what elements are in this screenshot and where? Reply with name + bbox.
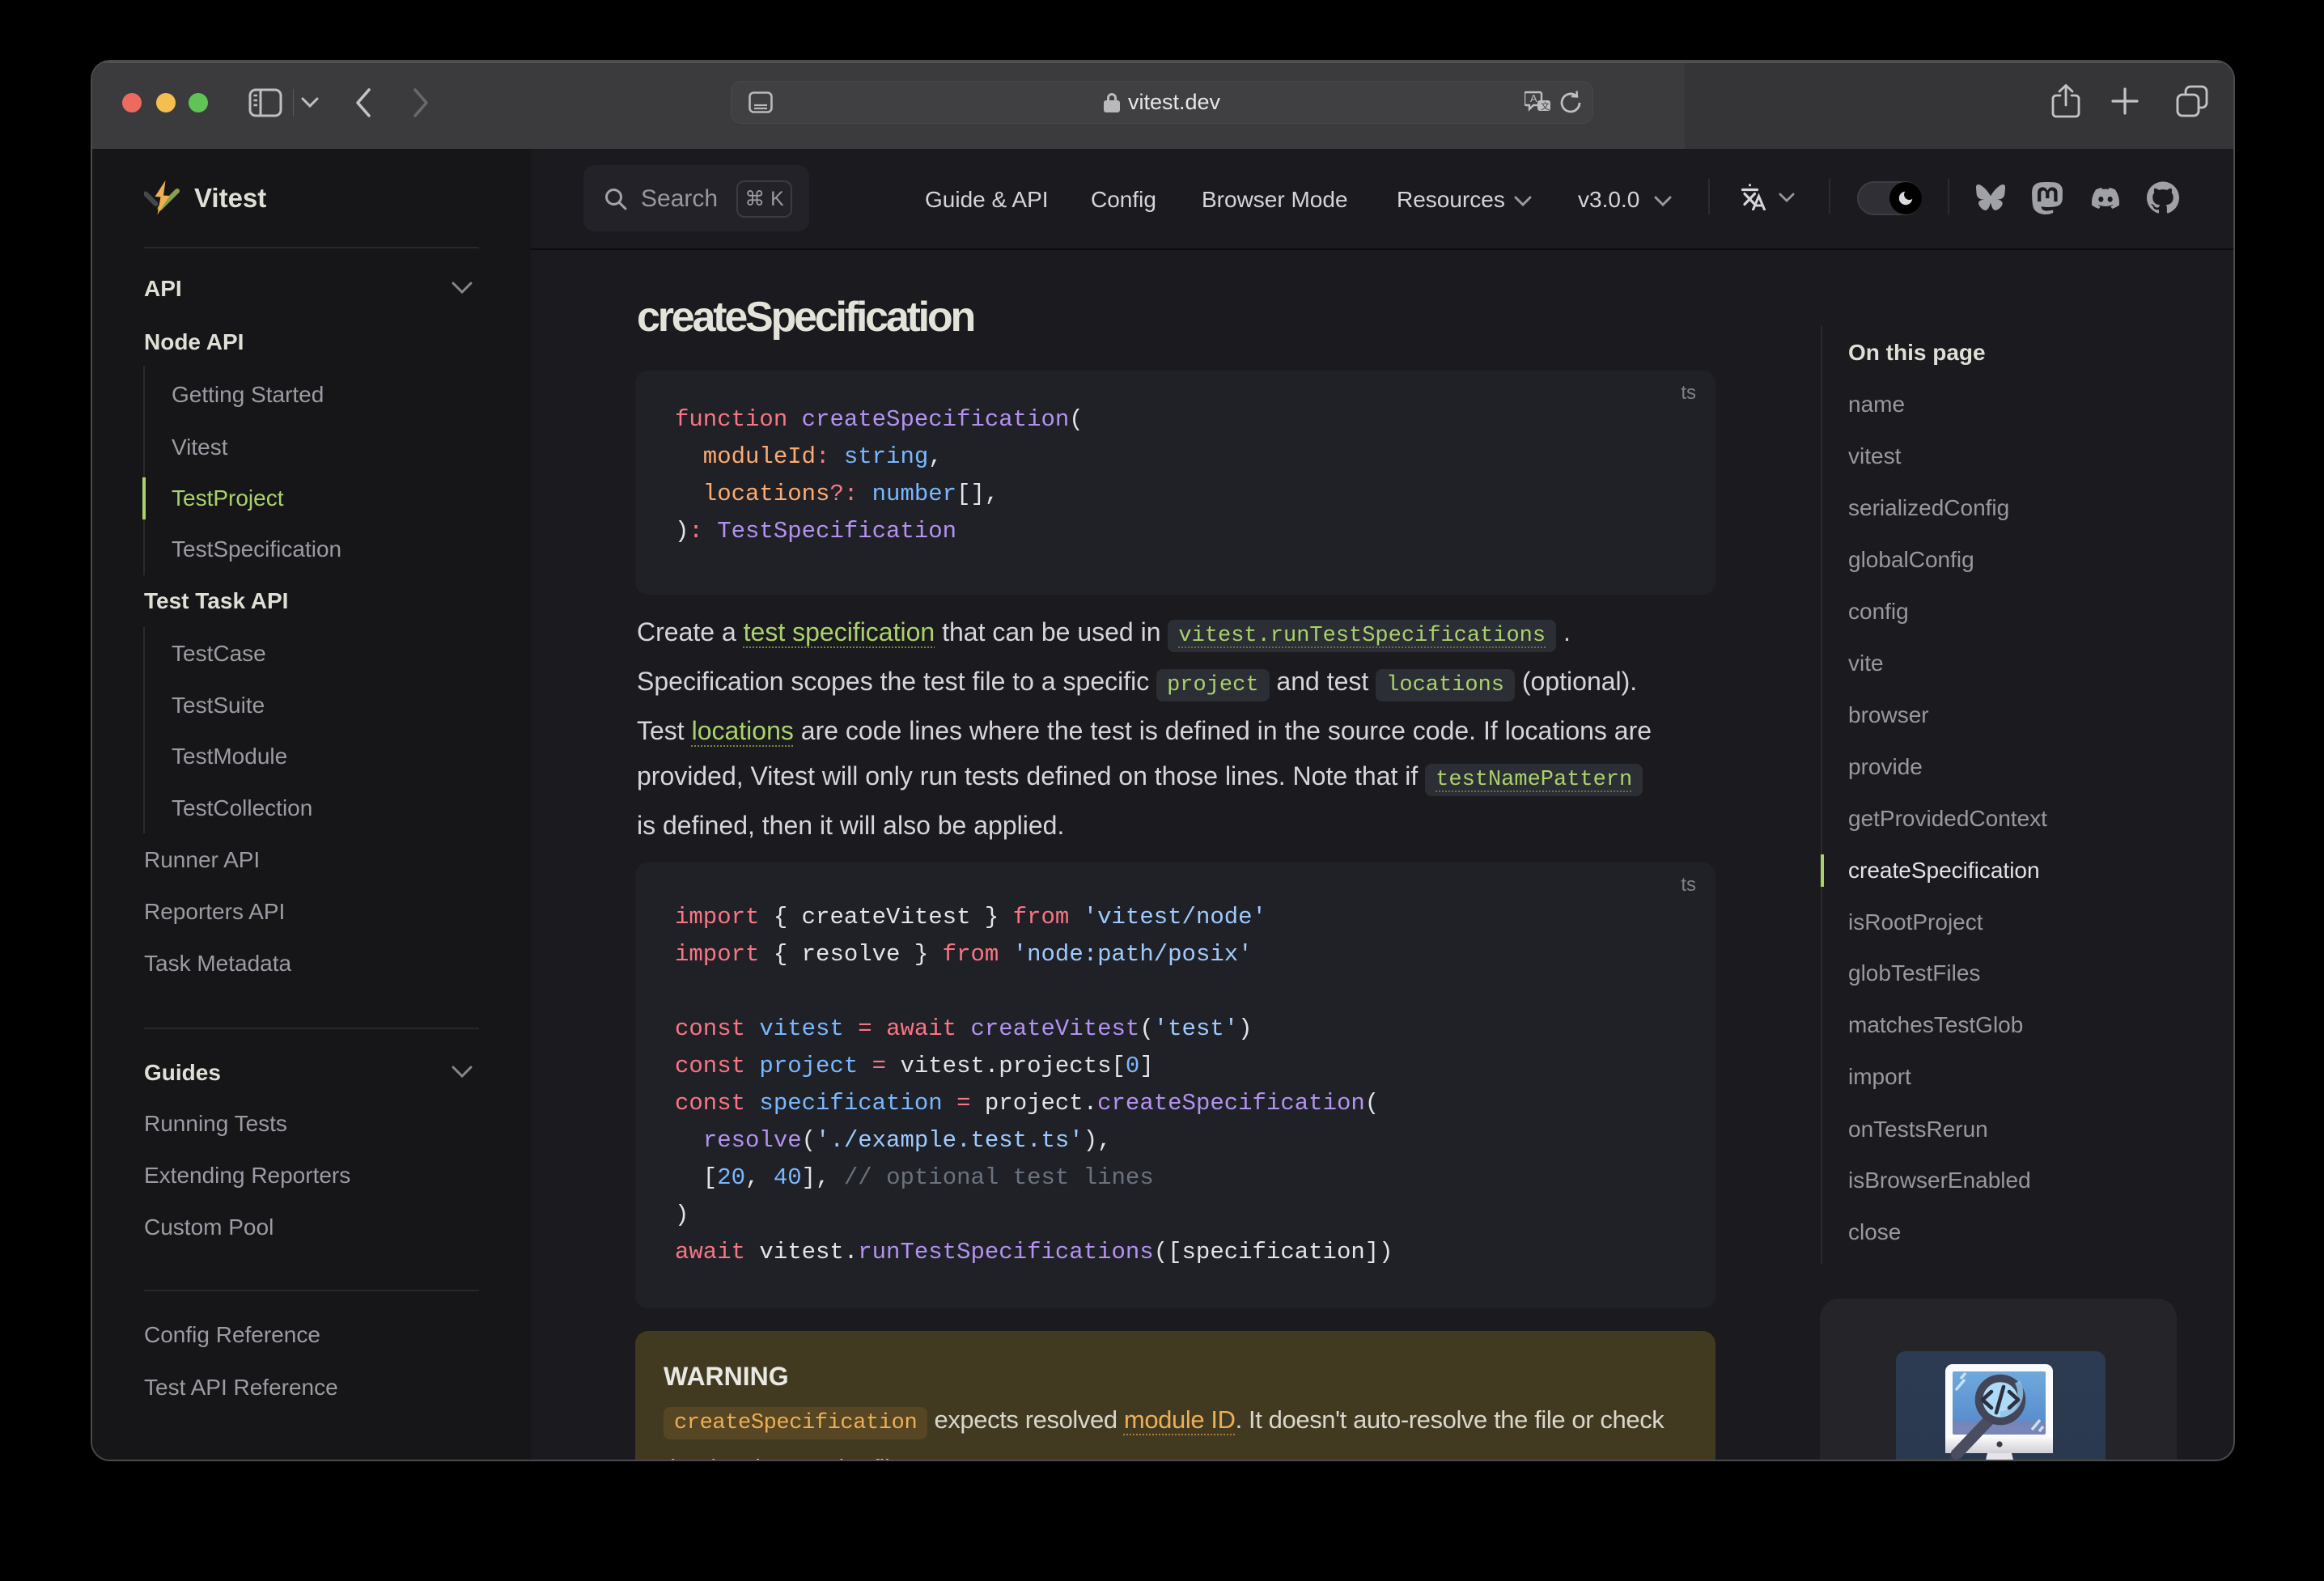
svg-text:文: 文: [1541, 100, 1550, 112]
svg-text:A: A: [1530, 92, 1537, 104]
